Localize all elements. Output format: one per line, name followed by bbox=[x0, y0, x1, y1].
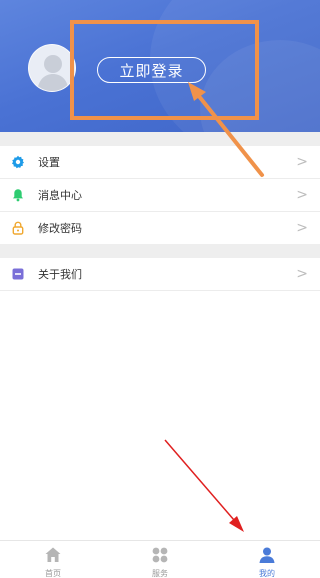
section-gap bbox=[0, 132, 320, 146]
menu-item-change-password[interactable]: 修改密码 > bbox=[0, 212, 320, 244]
red-arrow bbox=[164, 439, 244, 532]
tab-mine[interactable]: 我的 bbox=[214, 541, 320, 578]
chevron-right-icon: > bbox=[296, 187, 308, 203]
chevron-right-icon: > bbox=[296, 220, 308, 236]
bottom-tab-bar: 首页 服务 我的 bbox=[0, 540, 320, 578]
menu-item-about[interactable]: 关于我们 > bbox=[0, 258, 320, 290]
bell-icon bbox=[13, 189, 23, 202]
avatar[interactable] bbox=[28, 44, 76, 92]
tab-label: 我的 bbox=[259, 569, 275, 578]
chevron-right-icon: > bbox=[296, 154, 308, 170]
menu-item-label: 关于我们 bbox=[38, 268, 82, 281]
annotation-highlight-box bbox=[70, 20, 259, 120]
gear-icon bbox=[12, 155, 24, 169]
chevron-right-icon: > bbox=[296, 266, 308, 282]
divider bbox=[0, 290, 320, 291]
menu-item-messages[interactable]: 消息中心 > bbox=[0, 179, 320, 211]
default-avatar-icon bbox=[37, 55, 69, 91]
user-icon bbox=[259, 547, 275, 563]
tab-home[interactable]: 首页 bbox=[0, 541, 106, 578]
menu-item-label: 设置 bbox=[38, 156, 60, 169]
section-gap bbox=[0, 244, 320, 258]
menu-item-settings[interactable]: 设置 > bbox=[0, 146, 320, 178]
menu-item-label: 消息中心 bbox=[38, 189, 82, 202]
tab-services[interactable]: 服务 bbox=[107, 541, 213, 578]
home-icon bbox=[45, 547, 61, 562]
lock-icon bbox=[12, 221, 24, 235]
tab-label: 服务 bbox=[152, 569, 168, 578]
about-icon bbox=[12, 268, 24, 280]
menu-item-label: 修改密码 bbox=[38, 222, 82, 235]
tab-label: 首页 bbox=[45, 569, 61, 578]
grid-icon bbox=[152, 547, 168, 563]
